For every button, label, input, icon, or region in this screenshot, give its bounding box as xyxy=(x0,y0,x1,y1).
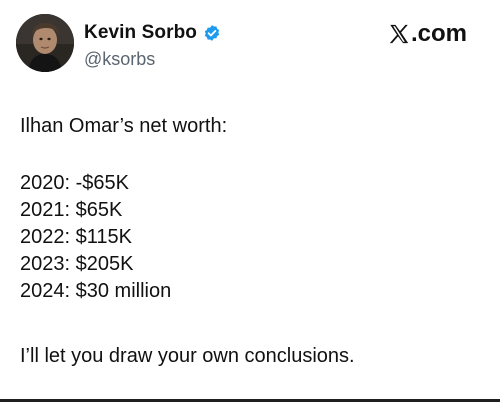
x-logo-icon xyxy=(388,23,410,45)
net-worth-list: 2020: -$65K 2021: $65K 2022: $115K 2023:… xyxy=(20,170,171,305)
post-card: Kevin Sorbo @ksorbs .com Ilhan Omar’s ne… xyxy=(0,0,500,402)
list-item: 2023: $205K xyxy=(20,253,134,275)
list-item: 2021: $65K xyxy=(20,199,123,221)
post-closing-text: I’ll let you draw your own conclusions. xyxy=(20,345,355,367)
list-item: 2020: -$65K xyxy=(20,172,129,194)
avatar[interactable] xyxy=(16,14,74,72)
author-display-name[interactable]: Kevin Sorbo xyxy=(84,22,197,44)
brand-domain-suffix: .com xyxy=(410,20,467,47)
author-name-row: Kevin Sorbo xyxy=(84,22,221,44)
list-item: 2022: $115K xyxy=(20,226,132,248)
brand-watermark: .com xyxy=(388,20,467,48)
post-intro-text: Ilhan Omar’s net worth: xyxy=(20,115,228,137)
author-handle[interactable]: @ksorbs xyxy=(84,49,155,70)
verified-badge-icon xyxy=(203,24,221,42)
avatar-image xyxy=(16,14,74,72)
list-item: 2024: $30 million xyxy=(20,280,172,302)
